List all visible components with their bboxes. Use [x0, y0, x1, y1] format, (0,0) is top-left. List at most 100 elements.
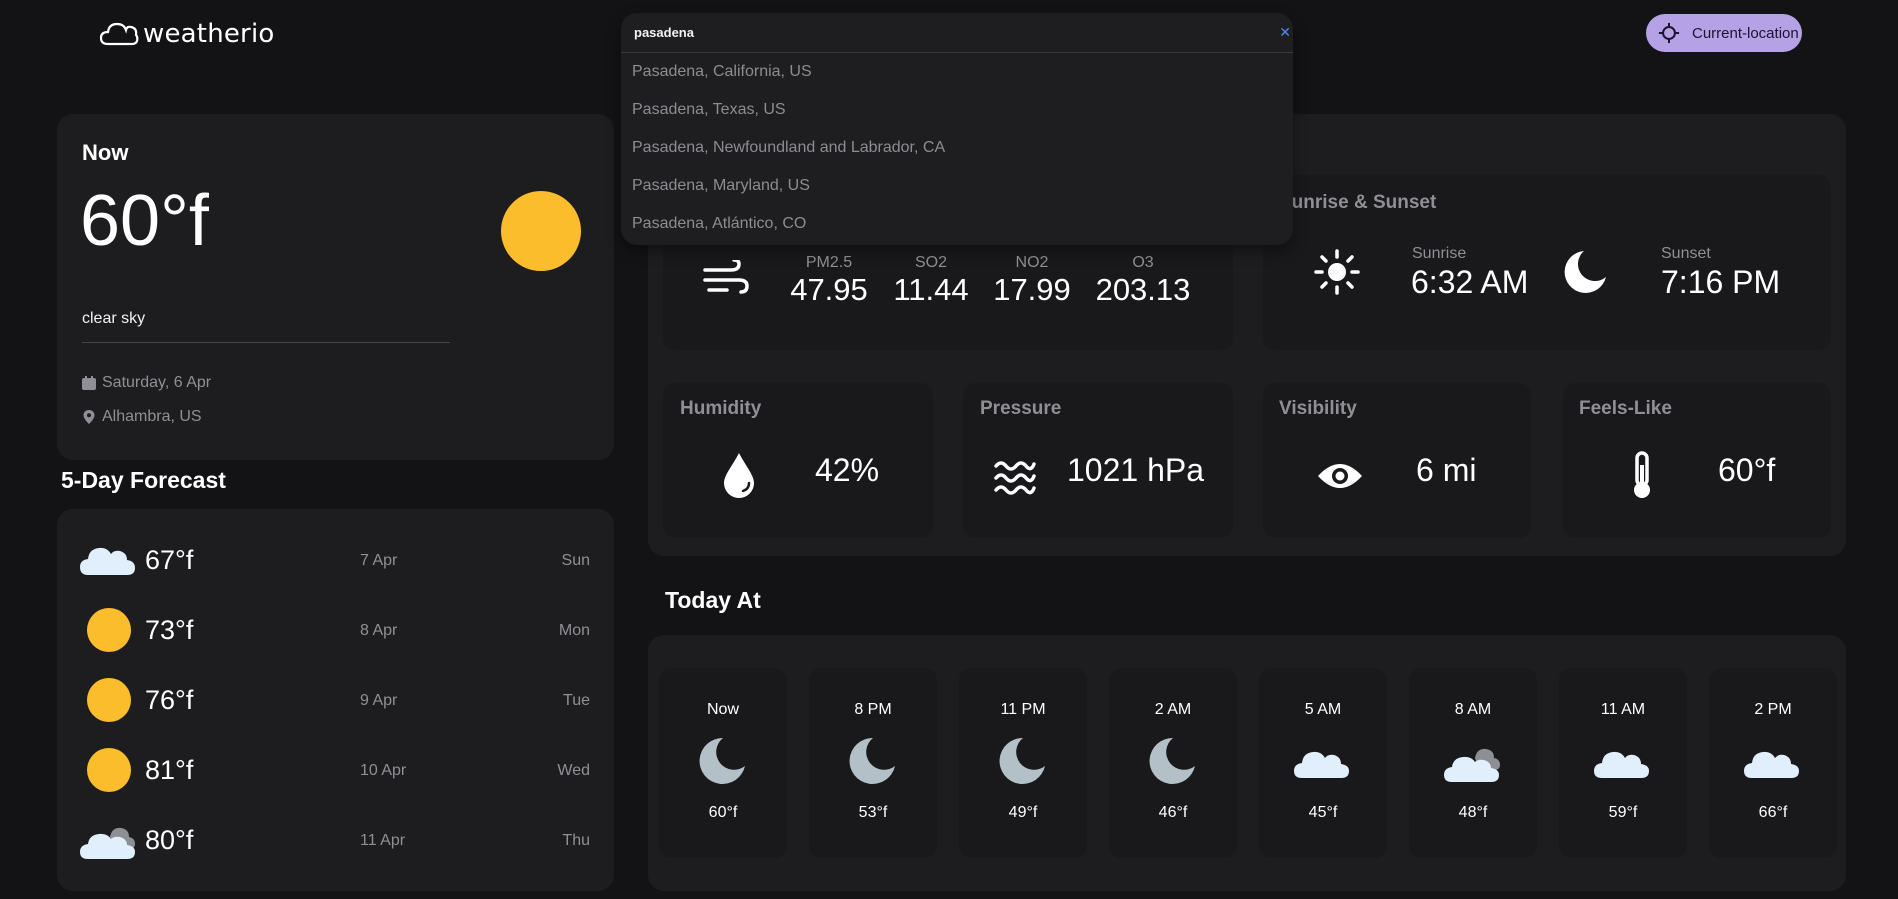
- forecast-row: 81°f 10 Apr Wed: [80, 745, 590, 795]
- search-suggestion[interactable]: Pasadena, Atlántico, CO: [632, 215, 806, 233]
- hourly-item: 8 PM 53°f: [809, 668, 937, 858]
- current-description: clear sky: [82, 310, 146, 327]
- search-suggestion[interactable]: Pasadena, Maryland, US: [632, 177, 810, 195]
- broken-clouds-icon: [80, 827, 135, 859]
- hourly-item: 2 PM 66°f: [1709, 668, 1837, 858]
- hour-temp: 45°f: [1308, 804, 1338, 821]
- sun-icon: [501, 191, 581, 271]
- visibility-label: Visibility: [1279, 398, 1357, 419]
- moon-icon: [849, 737, 895, 784]
- forecast-temp: 76°f: [145, 685, 194, 715]
- aq-value-pm25: 47.95: [790, 272, 868, 307]
- current-date-text: Saturday, 6 Apr: [102, 374, 212, 391]
- hour-time: Now: [706, 701, 739, 718]
- forecast-day: Tue: [563, 692, 590, 709]
- hour-time: 11 AM: [1600, 701, 1646, 718]
- aq-value-no2: 17.99: [993, 272, 1071, 307]
- hour-temp: 49°f: [1008, 804, 1038, 821]
- aq-label-pm25: PM2.5: [805, 254, 853, 271]
- forecast-row: 67°f 7 Apr Sun: [80, 535, 590, 585]
- hour-time: 2 AM: [1154, 701, 1192, 718]
- current-location-label: Current-location: [1692, 24, 1799, 42]
- water-drop-icon: [724, 453, 754, 498]
- cloud-logo-icon: [99, 22, 139, 46]
- forecast-temp: 67°f: [145, 545, 194, 575]
- visibility-value: 6 mi: [1416, 452, 1477, 488]
- forecast-temp: 80°f: [145, 825, 194, 855]
- hourly-item: 8 AM 48°f: [1409, 668, 1537, 858]
- forecast-temp: 81°f: [145, 755, 194, 785]
- forecast-date: 10 Apr: [360, 762, 407, 779]
- current-location-button[interactable]: Current-location: [1646, 14, 1802, 52]
- humidity-value: 42%: [815, 452, 880, 488]
- forecast-date: 7 Apr: [360, 552, 398, 569]
- cloud-icon: [1594, 751, 1649, 778]
- divider: [82, 342, 450, 343]
- broken-clouds-icon: [1444, 748, 1500, 782]
- search-suggestion[interactable]: Pasadena, Newfoundland and Labrador, CA: [632, 139, 945, 157]
- moon-icon: [1149, 737, 1195, 784]
- current-location-text: Alhambra, US: [102, 408, 202, 425]
- sunset-time: 7:16 PM: [1661, 264, 1781, 300]
- search-suggestion[interactable]: Pasadena, Texas, US: [632, 101, 786, 119]
- search-panel: pasadena ✕ Pasadena, California, US Pasa…: [621, 13, 1293, 245]
- current-temp: 60°f: [80, 181, 209, 261]
- pressure-label: Pressure: [980, 398, 1062, 419]
- moon-icon: [999, 737, 1045, 784]
- hourly-item: 11 PM 49°f: [959, 668, 1087, 858]
- current-date: Saturday, 6 Apr: [82, 374, 211, 392]
- hour-time: 11 PM: [1000, 701, 1046, 718]
- sun-title: Sunrise & Sunset: [1279, 192, 1437, 213]
- calendar-icon: [82, 376, 96, 390]
- moon-icon: [699, 737, 745, 784]
- cloud-icon: [1294, 751, 1349, 778]
- sun-icon: [87, 748, 131, 792]
- hourly-item: Now 60°f: [659, 668, 787, 858]
- forecast-day: Thu: [562, 832, 590, 849]
- pressure-value: 1021 hPa: [1067, 452, 1205, 488]
- search-suggestion[interactable]: Pasadena, California, US: [632, 63, 812, 81]
- feels-like-label: Feels-Like: [1579, 398, 1672, 419]
- aq-value-so2: 11.44: [893, 272, 969, 307]
- wind-icon: [703, 260, 749, 294]
- sunset-label: Sunset: [1661, 245, 1711, 262]
- hourly-item: 5 AM 45°f: [1259, 668, 1387, 858]
- hour-time: 2 PM: [1754, 701, 1792, 718]
- app-logo[interactable]: weatherio: [99, 16, 274, 52]
- cloud-icon: [1744, 751, 1799, 778]
- sunrise-time: 6:32 AM: [1411, 264, 1529, 300]
- search-value: pasadena: [634, 25, 694, 40]
- current-location: Alhambra, US: [82, 408, 202, 426]
- thermometer-icon: [1634, 451, 1650, 498]
- hour-temp: 66°f: [1758, 804, 1788, 821]
- hour-time: 8 AM: [1454, 701, 1492, 718]
- close-icon[interactable]: ✕: [1279, 24, 1291, 41]
- hour-temp: 59°f: [1608, 804, 1638, 821]
- aq-label-so2: SO2: [914, 254, 947, 271]
- feels-like-value: 60°f: [1718, 452, 1776, 488]
- location-pin-icon: [83, 410, 95, 424]
- sun-icon: [87, 678, 131, 722]
- hour-temp: 60°f: [708, 804, 738, 821]
- sunrise-icon: [1314, 249, 1360, 295]
- today-title: Today At: [665, 587, 761, 613]
- aq-label-no2: NO2: [1015, 254, 1049, 271]
- forecast-row: 80°f 11 Apr Thu: [80, 815, 590, 865]
- hourly-item: 11 AM 59°f: [1559, 668, 1687, 858]
- sunrise-label: Sunrise: [1412, 245, 1467, 262]
- forecast-day: Sun: [561, 552, 590, 569]
- hourly-item: 2 AM 46°f: [1109, 668, 1237, 858]
- humidity-label: Humidity: [680, 398, 762, 419]
- current-title: Now: [82, 140, 129, 165]
- aq-value-o3: 203.13: [1095, 272, 1191, 307]
- moon-icon: [1564, 251, 1606, 293]
- forecast-date: 8 Apr: [360, 622, 398, 639]
- sun-icon: [87, 608, 131, 652]
- hour-temp: 46°f: [1158, 804, 1188, 821]
- cloud-icon: [80, 547, 135, 575]
- aq-label-o3: O3: [1132, 254, 1154, 271]
- waves-icon: [994, 461, 1036, 495]
- forecast-day: Wed: [557, 762, 590, 779]
- search-input[interactable]: pasadena: [621, 13, 1293, 53]
- app-name: weatherio: [143, 19, 275, 49]
